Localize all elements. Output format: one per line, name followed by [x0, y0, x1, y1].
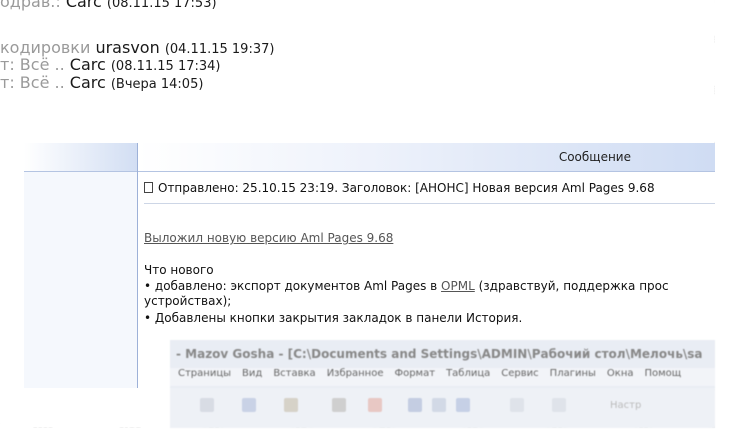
embedded-window-title: - Mazov Gosha - [C:\Documents and Settin… — [176, 347, 703, 361]
save-icon — [408, 398, 422, 412]
whats-new-text: Что нового — [144, 263, 214, 277]
opml-link[interactable]: OPML — [441, 279, 475, 293]
embedded-toolbar: Настр — [170, 388, 715, 428]
message-head-text: Отправлено: 25.10.15 23:19. Заголовок: [… — [158, 181, 655, 195]
history-time: (08.11.15 17:53) — [106, 0, 217, 11]
delete-icon — [332, 398, 346, 412]
cut-icon — [200, 398, 214, 412]
history-line-4: т: Всё .. Carc (Вчера 14:05) — [0, 73, 203, 92]
bullet-1-text-end: (здравствуй, поддержка прос — [474, 279, 669, 293]
bullet-1: • добавлено: экспорт документов Aml Page… — [144, 279, 669, 293]
history-time: (08.11.15 17:34) — [110, 59, 221, 74]
message-column-header: Сообщение — [138, 143, 715, 172]
embedded-menu-item: Помощ — [644, 368, 682, 379]
release-link[interactable]: Выложил новую версию Aml Pages 9.68 — [144, 231, 393, 245]
history-prefix: т: Всё .. — [0, 73, 65, 92]
embedded-menu-item: Страницы — [178, 368, 232, 379]
history-author-link[interactable]: Carc — [66, 0, 102, 11]
history-prefix: т: Всё .. — [0, 55, 65, 74]
page-icon — [456, 398, 470, 412]
forward-arrow-icon — [552, 398, 566, 412]
bullet-1-text: • добавлено: экспорт документов Aml Page… — [144, 279, 442, 293]
toolbar-settings-label: Настр — [610, 400, 642, 411]
column-separator — [137, 143, 138, 388]
author-cell — [24, 172, 137, 388]
back-arrow-icon — [510, 398, 524, 412]
message-header-label: Сообщение — [558, 150, 631, 164]
embedded-menu-item: Окна — [606, 368, 634, 379]
embedded-menu-item: Плагины — [549, 368, 596, 379]
message-divider — [144, 203, 715, 204]
copy-icon — [242, 398, 256, 412]
embedded-menu-item: Избранное — [326, 368, 384, 379]
embedded-menu-item: Формат — [394, 368, 436, 379]
embedded-menu-item: Сервис — [501, 368, 539, 379]
embedded-menubar: Страницы Вид Вставка Избранное Формат Таблица… — [170, 368, 715, 386]
bullet-1-wrap: устройствах); — [144, 294, 232, 308]
history-line-3: т: Всё .. Carc (08.11.15 17:34) — [0, 55, 221, 74]
attach-icon — [432, 398, 446, 412]
history-prefix: одрав.: — [0, 0, 61, 11]
embedded-menu-item: Вставка — [273, 368, 316, 379]
calendar-icon — [368, 398, 382, 412]
history-line-1: одрав.: Carc (08.11.15 17:53) — [0, 0, 217, 11]
paste-icon — [284, 398, 298, 412]
embedded-menu-item: Вид — [242, 368, 263, 379]
history-author-link[interactable]: Carc — [70, 55, 106, 74]
embedded-screenshot: - Mazov Gosha - [C:\Documents and Settin… — [170, 340, 715, 428]
embedded-menu-item: Таблица — [446, 368, 491, 379]
message-head: Отправлено: 25.10.15 23:19. Заголовок: [… — [144, 181, 655, 195]
history-time: (Вчера 14:05) — [110, 77, 204, 92]
bullet-2: • Добавлены кнопки закрытия закладок в п… — [144, 311, 523, 325]
document-icon — [144, 182, 153, 193]
author-column-header — [24, 143, 137, 172]
history-author-link[interactable]: Carc — [70, 73, 106, 92]
